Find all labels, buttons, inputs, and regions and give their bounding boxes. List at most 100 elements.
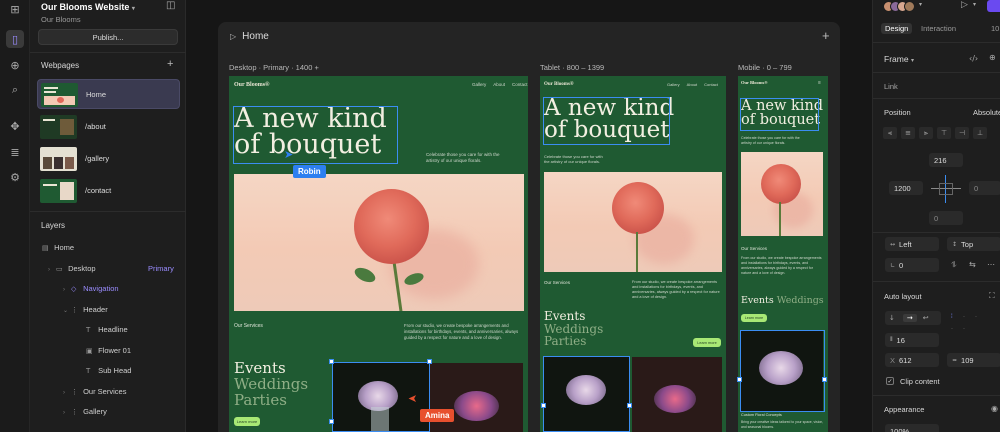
breakpoint-label-tablet[interactable]: Tablet · 800 – 1399: [540, 63, 604, 72]
page-item-gallery[interactable]: /gallery: [37, 144, 180, 174]
page-item-about[interactable]: /about: [37, 112, 180, 142]
arrow-down-icon[interactable]: ↓: [889, 314, 895, 322]
bottom-offset-field[interactable]: 0: [929, 211, 963, 225]
share-button[interactable]: [987, 0, 1000, 12]
layer-navigation[interactable]: › ◇ Navigation: [63, 284, 119, 296]
arrow-right-icon[interactable]: →: [902, 314, 917, 322]
wrap-icon[interactable]: ↩: [923, 314, 929, 322]
pages-icon[interactable]: ▯: [6, 30, 24, 48]
resize-handle[interactable]: [541, 403, 546, 408]
x-label: X: [890, 355, 896, 365]
align-center-icon[interactable]: ≡: [901, 127, 915, 139]
add-breakpoint-button[interactable]: +: [822, 28, 830, 43]
flower-image[interactable]: [544, 172, 722, 272]
direction-control[interactable]: ↓ → ↩: [885, 311, 941, 325]
resize-handle[interactable]: [737, 377, 742, 382]
settings-icon[interactable]: ⚙: [6, 168, 24, 186]
align-left-icon[interactable]: ⫷: [883, 127, 897, 139]
add-page-button[interactable]: +: [167, 58, 173, 70]
more-icon[interactable]: ⋯: [987, 260, 995, 269]
rotation-field[interactable]: ∟ 0: [885, 258, 939, 272]
opacity-field[interactable]: 100%: [885, 424, 939, 432]
layer-subhead[interactable]: T Sub Head: [86, 366, 131, 378]
left-offset-field[interactable]: 1200: [889, 181, 923, 195]
x-field[interactable]: X 612: [885, 353, 939, 367]
hamburger-icon[interactable]: ≡: [818, 80, 821, 86]
code-icon[interactable]: ‹/›: [969, 54, 978, 63]
clip-content-checkbox[interactable]: ✓: [886, 377, 894, 385]
page-title[interactable]: ▷ Home: [230, 31, 269, 42]
database-icon[interactable]: ≣: [6, 143, 24, 161]
resize-handle[interactable]: [627, 403, 632, 408]
breakpoint-label-mobile[interactable]: Mobile · 0 – 799: [738, 63, 792, 72]
right-offset-field[interactable]: 0: [969, 181, 1000, 195]
flip-horizontal-icon[interactable]: ⇆: [969, 260, 976, 269]
layer-desktop[interactable]: › ▭ Desktop Primary: [48, 264, 186, 276]
resize-handle[interactable]: [329, 359, 334, 364]
target-icon[interactable]: ⊕: [989, 53, 996, 62]
page-item-contact[interactable]: /contact: [37, 176, 180, 206]
alignment-grid[interactable]: ⁞ · · · ·: [951, 312, 991, 338]
chevron-right-icon: ›: [48, 267, 50, 273]
layer-flower[interactable]: ▣ Flower 01: [86, 346, 131, 358]
frame-icon: ⋮: [71, 388, 78, 396]
learn-more-button[interactable]: Learn more: [693, 338, 721, 347]
align-top-icon[interactable]: ⊤: [937, 127, 951, 139]
layer-header[interactable]: ⌄ ⋮ Header: [63, 305, 108, 317]
grid-menu-icon[interactable]: ⊞: [6, 0, 24, 18]
appearance-label: Appearance: [884, 405, 925, 414]
gallery-photo[interactable]: [632, 357, 722, 432]
horizontal-anchor-dropdown[interactable]: ↔ Left: [885, 237, 939, 251]
search-icon[interactable]: ⌕: [6, 81, 24, 99]
flip-icon[interactable]: ⥮: [951, 260, 957, 270]
resize-handle[interactable]: [822, 377, 827, 382]
top-offset-field[interactable]: 216: [929, 153, 963, 167]
page-item-home[interactable]: Home: [37, 79, 180, 109]
align-right-icon[interactable]: ⫸: [919, 127, 933, 139]
flower-image[interactable]: [741, 152, 823, 236]
learn-more-button[interactable]: Learn more: [234, 417, 260, 426]
layer-our-services[interactable]: › ⋮ Our Services: [63, 387, 126, 399]
gap-field[interactable]: ⫴ 16: [885, 333, 939, 347]
arrows-icon: ↔: [890, 240, 896, 248]
align-bottom-icon[interactable]: ⊥: [973, 127, 987, 139]
chevron-right-icon: ›: [63, 410, 65, 416]
components-icon[interactable]: ✥: [6, 117, 24, 135]
play-icon[interactable]: ▷: [961, 0, 968, 10]
tab-interaction[interactable]: Interaction: [921, 24, 956, 33]
layer-home[interactable]: ▤ Home: [42, 243, 74, 255]
canvas[interactable]: ▷ Home + Desktop · Primary · 1400 + Table…: [186, 0, 872, 432]
tab-design[interactable]: Design: [881, 23, 913, 34]
publish-button[interactable]: Publish...: [38, 29, 178, 45]
chevron-down-icon[interactable]: ▾: [919, 1, 922, 8]
position-label: Position: [884, 108, 911, 117]
add-icon[interactable]: ⊕: [6, 56, 24, 74]
link-label[interactable]: Link: [884, 82, 898, 91]
avatar[interactable]: [904, 1, 915, 12]
resize-handle[interactable]: [329, 419, 334, 424]
site-title[interactable]: Our Blooms Website ▾: [41, 2, 135, 12]
webpages-heading: Webpages: [41, 61, 80, 70]
services-text: From our studio, we create bespoke arran…: [632, 280, 720, 300]
layer-headline[interactable]: T Headline: [86, 325, 128, 337]
breakpoint-label-desktop[interactable]: Desktop · Primary · 1400 +: [229, 63, 319, 72]
frame-type-dropdown[interactable]: Frame ▾: [884, 54, 914, 64]
auto-layout-toggle-icon[interactable]: ⛶: [989, 291, 995, 301]
constraint-box[interactable]: [931, 175, 961, 203]
y-field[interactable]: ≖ 109: [947, 353, 1000, 367]
chevron-down-icon[interactable]: ▾: [973, 1, 976, 8]
eye-icon[interactable]: ◉: [991, 404, 998, 413]
zoom-level[interactable]: 10: [991, 24, 999, 33]
play-icon[interactable]: ▷: [230, 32, 236, 41]
sub-head[interactable]: Celebrate those you care for with the ar…: [426, 152, 506, 164]
layer-gallery[interactable]: › ⋮ Gallery: [63, 407, 107, 419]
learn-more-button[interactable]: Learn more: [741, 314, 767, 322]
resize-handle[interactable]: [427, 359, 432, 364]
chevron-right-icon: ›: [63, 287, 65, 293]
page-thumbnail: [41, 83, 78, 107]
flower-image[interactable]: [234, 174, 524, 311]
position-type-dropdown[interactable]: Absolute: [973, 108, 1000, 117]
align-middle-icon[interactable]: ⊣: [955, 127, 969, 139]
panel-toggle-icon[interactable]: ◫: [166, 0, 175, 11]
vertical-anchor-dropdown[interactable]: ↕ Top: [947, 237, 1000, 251]
